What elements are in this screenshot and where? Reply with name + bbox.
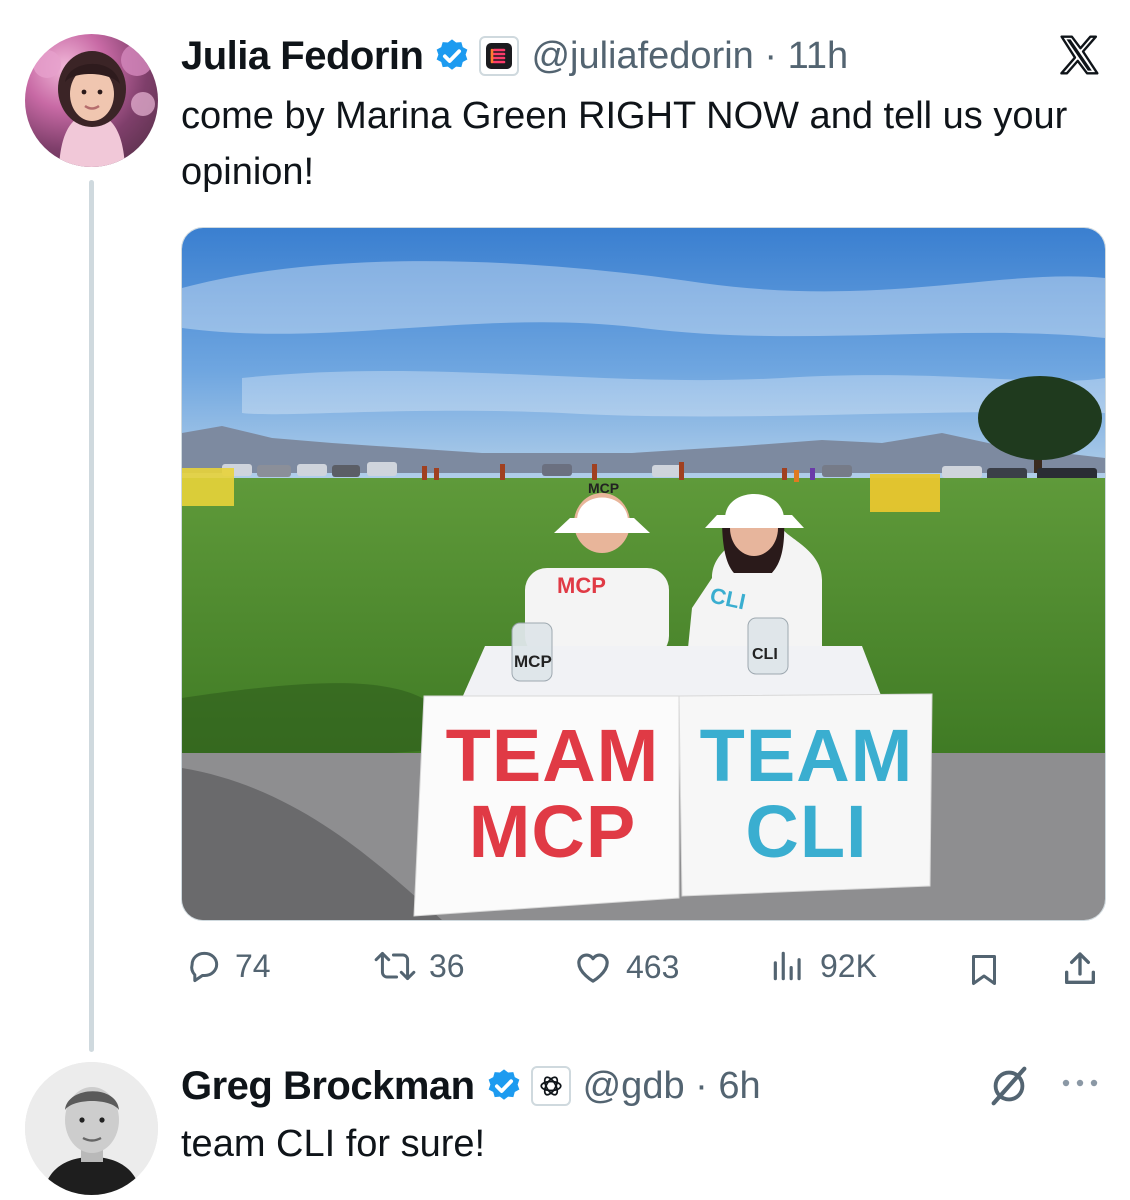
retweet-count: 36 [429,947,465,984]
jar-left-label: MCP [514,652,552,671]
retweet-button[interactable]: 36 [373,947,465,985]
avatar-julia[interactable] [25,34,158,167]
reply-button[interactable]: 74 [185,947,271,985]
verified-badge-icon [433,37,471,75]
like-count: 463 [626,948,680,985]
x-logo-icon[interactable] [1056,33,1102,82]
affiliate-badge-icon[interactable] [479,36,520,76]
more-icon[interactable] [1058,1075,1102,1096]
author-name[interactable]: Greg Brockman [181,1064,475,1109]
author-handle-time[interactable]: @gdb · 6h [583,1065,761,1108]
thread-line [89,180,94,1052]
avatar-julia-image [33,44,155,167]
reply-icon [185,947,235,985]
author-handle-time[interactable]: @juliafedorin · 11h [531,35,848,78]
like-button[interactable]: 463 [572,947,679,987]
jar-right-label: CLI [752,646,778,663]
share-icon[interactable] [1060,949,1100,994]
retweet-icon [373,947,429,985]
reply-count: 74 [235,947,271,984]
bookmark-icon[interactable] [966,951,1002,994]
shirt-left-text: MCP [557,573,606,598]
verified-badge-icon [485,1067,523,1105]
tweet-photo[interactable]: MCP MCP CLI MCP CLI TEAM MCP TEAM CLI [181,227,1106,921]
tweet-header: Greg Brockman @gdb · 6h [181,1058,761,1114]
avatar-greg[interactable] [25,1062,158,1195]
avatar-greg-image [25,1062,158,1195]
sign-team-cli: TEAM CLI [699,714,914,873]
views-button[interactable]: 92K [768,947,877,985]
views-count: 92K [820,947,877,984]
tweet-text: team CLI for sure! [181,1123,486,1165]
sign-team-mcp: TEAM MCP [445,714,660,873]
author-name[interactable]: Julia Fedorin [181,34,424,79]
openai-badge-icon[interactable] [530,1066,571,1106]
like-icon [572,947,626,987]
tweet-text: come by Marina Green RIGHT NOW and tell … [181,95,1068,193]
views-icon [768,947,820,985]
tweet-header: Julia Fedorin @juliafedorin · 11h [181,28,848,84]
hat-left-text: MCP [588,480,620,496]
grok-icon[interactable] [986,1063,1032,1114]
